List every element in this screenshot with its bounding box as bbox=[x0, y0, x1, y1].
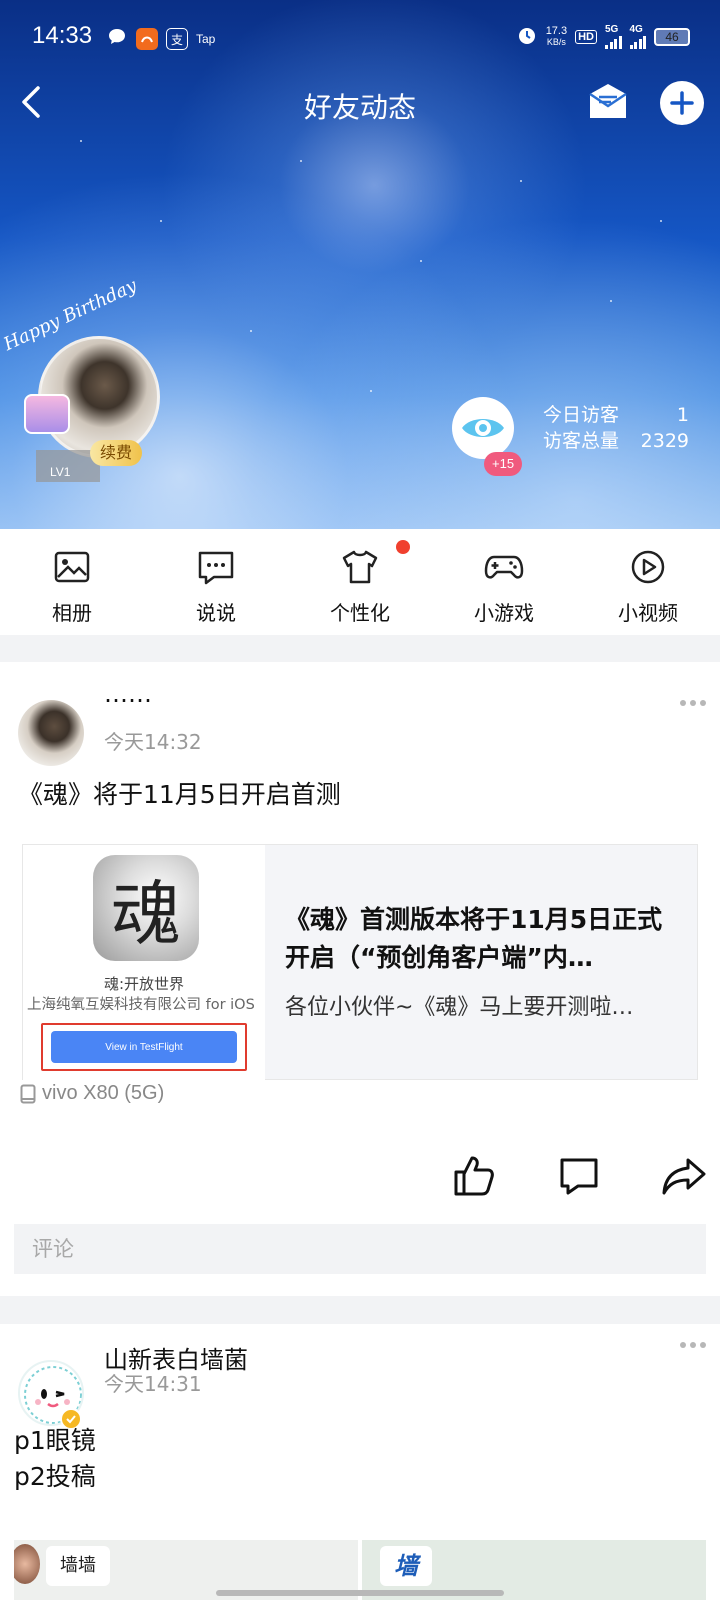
alipay-icon: 支 bbox=[166, 28, 188, 50]
video-icon bbox=[631, 550, 665, 584]
tile-label: 墙墙 bbox=[46, 1546, 110, 1586]
home-indicator[interactable] bbox=[216, 1590, 504, 1596]
phone-icon bbox=[20, 1084, 36, 1103]
share-thumbnail: 魂 魂:开放世界 上海纯氧互娱科技有限公司 for iOS View in Te… bbox=[23, 845, 265, 1081]
more-dot-icon bbox=[690, 700, 696, 706]
share-description: 各位小伙伴~《魂》马上要开测啦… bbox=[285, 995, 634, 1020]
share-button[interactable] bbox=[660, 1152, 708, 1200]
shortcut-label: 个性化 bbox=[330, 601, 390, 625]
mail-icon bbox=[589, 84, 627, 118]
alarm-icon bbox=[516, 24, 538, 49]
mail-button[interactable] bbox=[586, 80, 630, 124]
thumbs-up-icon bbox=[454, 1156, 494, 1196]
shortcut-bar: 相册 说说 个性化 小游戏 小视频 bbox=[0, 529, 720, 635]
post-text: 《魂》将于11月5日开启首测 bbox=[18, 780, 341, 809]
share-arrow-icon bbox=[662, 1158, 706, 1195]
more-options-button[interactable] bbox=[680, 700, 710, 710]
album-icon bbox=[54, 551, 90, 583]
thumb-face bbox=[14, 1544, 40, 1584]
renew-button[interactable]: 续费 bbox=[90, 440, 143, 466]
status-time: 14:33 bbox=[32, 22, 93, 49]
post-text-line: p2投稿 bbox=[14, 1462, 96, 1491]
post-actions bbox=[0, 1152, 720, 1202]
shortcut-message[interactable]: 说说 bbox=[144, 529, 288, 635]
battery-indicator: 46 bbox=[654, 27, 690, 46]
more-options-button[interactable] bbox=[680, 1342, 710, 1352]
shortcut-label: 小游戏 bbox=[474, 601, 534, 625]
message-icon bbox=[198, 551, 234, 585]
app-icon-orange bbox=[136, 28, 158, 50]
tap-icon: Tap bbox=[196, 32, 216, 46]
tshirt-icon bbox=[342, 550, 378, 584]
visitor-button[interactable] bbox=[452, 397, 514, 459]
comment-input[interactable]: 评论 bbox=[14, 1224, 706, 1274]
profile-avatar[interactable]: Happy Birthday LV1 续费 bbox=[1, 275, 174, 482]
profile-cover: 14:33 支 Tap 17.3 KB/s HD 5G 4G 46 好友动态 H… bbox=[0, 0, 720, 529]
shortcut-games[interactable]: 小游戏 bbox=[432, 529, 576, 635]
avatar[interactable] bbox=[18, 700, 84, 766]
more-dot-icon bbox=[680, 700, 686, 706]
testflight-highlight: View in TestFlight bbox=[41, 1023, 247, 1071]
shortcut-video[interactable]: 小视频 bbox=[576, 529, 720, 635]
post-time: 今天14:32 bbox=[104, 730, 202, 754]
device-name: vivo X80 (5G) bbox=[42, 1082, 165, 1104]
post-author[interactable]: …… bbox=[104, 680, 152, 708]
shortcut-label: 小视频 bbox=[618, 601, 678, 625]
total-visitors-value: 2329 bbox=[640, 430, 689, 452]
gamepad-icon bbox=[484, 555, 524, 579]
today-visitors-value: 1 bbox=[676, 404, 689, 426]
comment-button[interactable] bbox=[556, 1152, 604, 1200]
device-info: vivo X80 (5G) bbox=[20, 1082, 164, 1105]
more-dot-icon bbox=[680, 1342, 686, 1348]
tile-label: 墙 bbox=[380, 1546, 432, 1586]
status-bar: 14:33 支 Tap 17.3 KB/s HD 5G 4G 46 bbox=[0, 0, 720, 70]
eye-icon bbox=[462, 419, 504, 437]
like-button[interactable] bbox=[450, 1152, 498, 1200]
visitor-stats[interactable]: 今日访客 1 访客总量 2329 bbox=[543, 402, 689, 454]
more-dot-icon bbox=[700, 1342, 706, 1348]
signal-4g-icon: 4G bbox=[629, 24, 646, 49]
app-name: 魂:开放世界 bbox=[103, 975, 185, 993]
testflight-button: View in TestFlight bbox=[51, 1031, 237, 1063]
today-visitors-label: 今日访客 bbox=[543, 404, 620, 426]
shortcut-label: 相册 bbox=[52, 601, 92, 625]
chat-bubble-icon bbox=[106, 26, 128, 52]
comment-icon bbox=[560, 1158, 598, 1195]
share-title: 《魂》首测版本将于11月5日正式开启（“预创角客户端”内… bbox=[285, 905, 663, 972]
app-icon: 魂 bbox=[93, 855, 199, 961]
shared-link-card[interactable]: 魂 魂:开放世界 上海纯氧互娱科技有限公司 for iOS View in Te… bbox=[22, 844, 698, 1081]
post-time: 今天14:31 bbox=[104, 1372, 202, 1396]
post-text-line: p1眼镜 bbox=[14, 1426, 96, 1455]
app-developer: 上海纯氧互娱科技有限公司 for iOS bbox=[27, 997, 255, 1013]
notification-dot bbox=[396, 540, 410, 554]
shortcut-album[interactable]: 相册 bbox=[0, 529, 144, 635]
plus-icon bbox=[670, 91, 694, 115]
shortcut-label: 说说 bbox=[196, 601, 236, 625]
visitor-new-badge: +15 bbox=[484, 452, 523, 476]
more-dot-icon bbox=[690, 1342, 696, 1348]
shortcut-personalize[interactable]: 个性化 bbox=[288, 529, 432, 635]
cake-icon bbox=[24, 394, 70, 434]
add-button[interactable] bbox=[660, 81, 704, 125]
signal-5g-icon: 5G bbox=[605, 24, 622, 49]
feed-post: …… 今天14:32 《魂》将于11月5日开启首测 魂 魂:开放世界 上海纯氧互… bbox=[0, 662, 720, 1296]
more-dot-icon bbox=[700, 700, 706, 706]
hd-badge: HD bbox=[575, 29, 597, 44]
total-visitors-label: 访客总量 bbox=[543, 430, 620, 452]
network-speed: 17.3 KB/s bbox=[545, 24, 568, 47]
